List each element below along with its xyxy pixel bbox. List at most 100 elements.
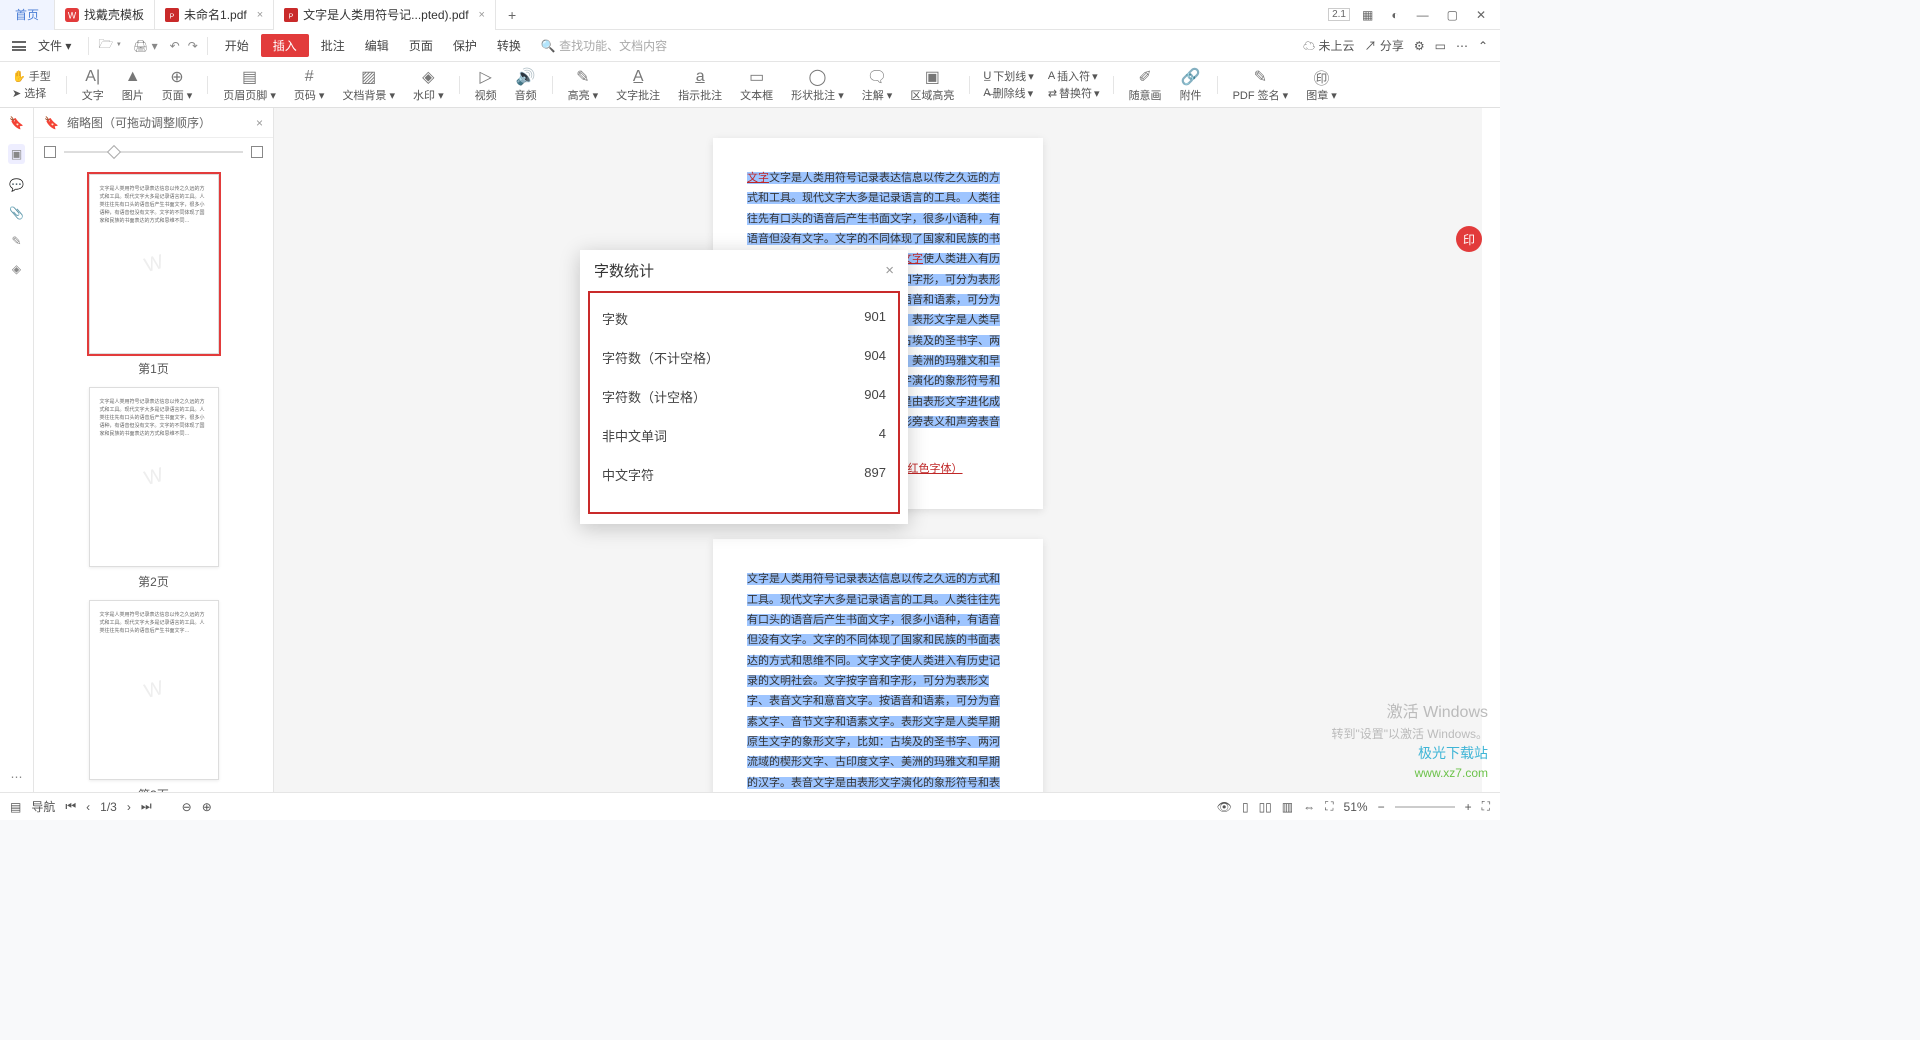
collapse-icon[interactable]: ⌃: [1478, 39, 1488, 53]
menu-edit[interactable]: 编辑: [357, 33, 397, 58]
tab-current[interactable]: P 文字是人类用符号记...pted).pdf ×: [274, 0, 496, 30]
tab-template[interactable]: W 找戴壳模板: [55, 0, 155, 30]
maximize-icon[interactable]: ▢: [1441, 6, 1464, 24]
layout-facing-icon[interactable]: ▥: [1282, 800, 1293, 814]
tool-page[interactable]: ⊕页面 ▾: [154, 65, 201, 105]
tool-freedraw[interactable]: ✐随意画: [1121, 65, 1170, 105]
thumb-item[interactable]: W文字是人类用符号记录表达信息以传之久远的方式和工具。现代文字大多是记录语言的工…: [34, 600, 273, 792]
tool-stamp[interactable]: ㊞图章 ▾: [1298, 65, 1345, 105]
signature-icon[interactable]: ✎: [11, 234, 21, 248]
stat-row: 非中文单词4: [600, 416, 888, 455]
tool-shape[interactable]: ◯形状批注 ▾: [783, 65, 852, 105]
menu-begin[interactable]: 开始: [217, 33, 257, 58]
select-tool[interactable]: ➤ 选择: [12, 85, 51, 101]
new-tab-button[interactable]: +: [496, 7, 528, 23]
theme-icon[interactable]: ◐: [1385, 6, 1404, 24]
pdf-icon: P: [165, 8, 179, 22]
hand-tool[interactable]: ✋ 手型: [12, 68, 51, 84]
last-page-icon[interactable]: ⏭: [141, 799, 152, 814]
underline-tool[interactable]: U̲ 下划线 ▾: [983, 68, 1033, 84]
layout-cont-icon[interactable]: ▯▯: [1259, 800, 1272, 814]
tab-unnamed[interactable]: P 未命名1.pdf ×: [155, 0, 274, 30]
tool-video[interactable]: ▷视频: [467, 65, 505, 105]
right-scrollbar[interactable]: [1482, 108, 1500, 792]
zoom-slider[interactable]: [34, 138, 273, 166]
tool-sign[interactable]: ✎PDF 签名 ▾: [1225, 65, 1297, 105]
outline-icon[interactable]: ▤: [10, 800, 21, 814]
insert-symbol-tool[interactable]: A 插入符 ▾: [1048, 68, 1100, 84]
tool-textbox[interactable]: ▭文本框: [732, 65, 781, 105]
replace-symbol-tool[interactable]: ⇄ 替换符 ▾: [1048, 85, 1100, 101]
layers-icon[interactable]: ◈: [12, 262, 21, 276]
window-icon[interactable]: ▭: [1435, 39, 1446, 53]
print-icon[interactable]: 🖨 ▾: [133, 39, 158, 53]
tool-textnote[interactable]: A̲文字批注: [608, 65, 668, 105]
settings-icon[interactable]: ⚙: [1414, 39, 1425, 53]
close-icon[interactable]: ×: [479, 9, 485, 21]
minimize-icon[interactable]: —: [1411, 6, 1435, 24]
strikethrough-tool[interactable]: A̶ 删除线 ▾: [983, 85, 1033, 101]
tool-pagenum[interactable]: #页码 ▾: [286, 65, 333, 105]
bookmark-icon[interactable]: 🔖: [9, 116, 24, 130]
next-page-icon[interactable]: ›: [127, 800, 131, 814]
tool-background[interactable]: ▨文档背景 ▾: [334, 65, 403, 105]
more-icon[interactable]: ⋯: [1456, 39, 1468, 53]
bookmark-icon[interactable]: 🔖: [44, 116, 59, 130]
zoom-slider[interactable]: [1395, 806, 1455, 808]
prev-page-icon[interactable]: ‹: [86, 800, 90, 814]
textnote-icon: A̲: [628, 67, 648, 87]
layout-single-icon[interactable]: ▯: [1242, 800, 1249, 814]
expand-icon[interactable]: [251, 146, 263, 158]
tool-highlight[interactable]: ✎高亮 ▾: [560, 65, 607, 105]
tool-audio[interactable]: 🔊音频: [507, 65, 545, 105]
first-page-icon[interactable]: ⏮: [65, 799, 76, 814]
zoom-in-icon[interactable]: ⊕: [202, 800, 212, 814]
grid-icon[interactable]: ▦: [1356, 6, 1379, 24]
open-icon[interactable]: 🗁 ▾: [98, 35, 121, 56]
fullscreen-icon[interactable]: ⛶: [1482, 799, 1490, 814]
crop-icon[interactable]: ⛶: [1325, 799, 1333, 814]
fit-icon[interactable]: [44, 146, 56, 158]
more-icon[interactable]: ⋯: [11, 770, 23, 784]
menu-insert[interactable]: 插入: [261, 34, 309, 57]
close-window-icon[interactable]: ✕: [1470, 6, 1492, 24]
thumb-item[interactable]: W文字是人类用符号记录表达信息以传之久远的方式和工具。现代文字大多是记录语言的工…: [34, 174, 273, 377]
comments-icon[interactable]: 💬: [9, 178, 24, 192]
fit-width-icon[interactable]: ⇔: [1303, 800, 1315, 814]
tool-pointer-note[interactable]: a̲指示批注: [670, 65, 730, 105]
redo-icon[interactable]: ↷: [188, 39, 198, 53]
menu-annotate[interactable]: 批注: [313, 33, 353, 58]
tab-home[interactable]: 首页: [0, 0, 55, 30]
hamburger-icon[interactable]: [12, 41, 26, 51]
file-menu[interactable]: 文件 ▾: [30, 33, 79, 58]
tool-watermark[interactable]: ◈水印 ▾: [405, 65, 452, 105]
wps-fab-icon[interactable]: 印: [1456, 226, 1482, 252]
dialog-close-icon[interactable]: ×: [885, 262, 894, 279]
tool-note[interactable]: 🗨注解 ▾: [854, 65, 901, 105]
menu-page[interactable]: 页面: [401, 33, 441, 58]
nav-label[interactable]: 导航: [31, 798, 55, 815]
zoom-value[interactable]: 51%: [1344, 800, 1368, 814]
thumb-item[interactable]: W文字是人类用符号记录表达信息以传之久远的方式和工具。现代文字大多是记录语言的工…: [34, 387, 273, 590]
zoom-out-btn[interactable]: −: [1378, 800, 1385, 814]
thumbnails-icon[interactable]: ▣: [8, 144, 25, 164]
tool-attach[interactable]: 🔗附件: [1172, 65, 1210, 105]
cloud-status[interactable]: ☁ 未上云: [1303, 37, 1354, 54]
close-icon[interactable]: ×: [257, 9, 263, 21]
menu-convert[interactable]: 转换: [489, 33, 529, 58]
thumbnail-list: W文字是人类用符号记录表达信息以传之久远的方式和工具。现代文字大多是记录语言的工…: [34, 166, 273, 792]
tool-headerfooter[interactable]: ▤页眉页脚 ▾: [215, 65, 284, 105]
undo-icon[interactable]: ↶: [170, 39, 180, 53]
tool-image[interactable]: ▲图片: [114, 65, 152, 105]
tool-area-hl[interactable]: ▣区域高亮: [902, 65, 962, 105]
zoom-out-icon[interactable]: ⊖: [182, 800, 192, 814]
search-input[interactable]: 🔍 查找功能、文档内容: [541, 37, 667, 54]
zoom-in-btn[interactable]: +: [1465, 800, 1472, 814]
page-indicator[interactable]: 1/3: [100, 800, 117, 814]
view-icon[interactable]: 👁: [1217, 800, 1232, 814]
attachments-icon[interactable]: 📎: [9, 206, 24, 220]
tool-text[interactable]: A|文字: [74, 65, 112, 105]
menu-protect[interactable]: 保护: [445, 33, 485, 58]
close-panel-icon[interactable]: ×: [256, 116, 263, 130]
share-button[interactable]: ↗ 分享: [1364, 37, 1403, 54]
